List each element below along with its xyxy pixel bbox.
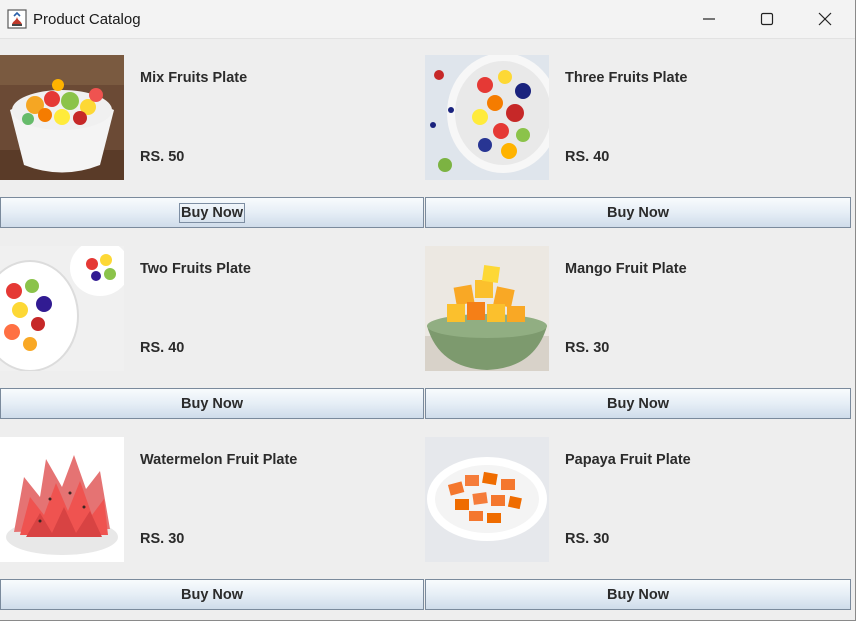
minimize-button[interactable]	[681, 0, 739, 38]
maximize-button[interactable]	[739, 0, 797, 38]
product-card-watermelon: Watermelon Fruit Plate RS. 30 Buy Now	[0, 421, 426, 612]
buy-now-label: Buy Now	[606, 586, 670, 603]
window-title: Product Catalog	[33, 11, 141, 28]
product-name: Mango Fruit Plate	[565, 261, 687, 277]
product-card-papaya: Papaya Fruit Plate RS. 30 Buy Now	[425, 421, 851, 612]
product-price: RS. 30	[565, 531, 610, 547]
buy-now-label: Buy Now	[606, 204, 670, 221]
product-name: Three Fruits Plate	[565, 70, 688, 86]
product-card-three-fruits: Three Fruits Plate RS. 40 Buy Now	[425, 39, 851, 230]
product-price: RS. 50	[140, 149, 185, 165]
buy-now-button[interactable]: Buy Now	[0, 579, 424, 610]
maximize-icon	[760, 12, 774, 26]
buy-now-button[interactable]: Buy Now	[425, 197, 851, 228]
product-price: RS. 30	[140, 531, 185, 547]
product-name: Two Fruits Plate	[140, 261, 251, 277]
buy-now-label: Buy Now	[180, 395, 244, 412]
buy-now-label: Buy Now	[178, 202, 246, 223]
minimize-icon	[703, 18, 715, 20]
close-button[interactable]	[797, 0, 855, 38]
mixed-fruit-bowl-image	[0, 55, 124, 180]
buy-now-label: Buy Now	[606, 395, 670, 412]
fruit-salad-bowl-image	[425, 55, 549, 180]
berry-fruit-bowl-image	[0, 246, 124, 371]
mango-cubes-bowl-image	[425, 246, 549, 371]
java-app-icon	[7, 9, 27, 29]
product-price: RS. 40	[140, 340, 185, 356]
product-grid: Mix Fruits Plate RS. 50 Buy Now Three Fr…	[0, 39, 852, 620]
watermelon-pieces-bowl-image	[0, 437, 124, 562]
product-name: Watermelon Fruit Plate	[140, 452, 298, 468]
product-name: Mix Fruits Plate	[140, 70, 248, 86]
buy-now-button[interactable]: Buy Now	[425, 388, 851, 419]
product-card-mix-fruits: Mix Fruits Plate RS. 50 Buy Now	[0, 39, 426, 230]
product-name: Papaya Fruit Plate	[565, 452, 691, 468]
papaya-cubes-bowl-image	[425, 437, 549, 562]
close-icon	[818, 12, 832, 26]
title-bar[interactable]: Product Catalog	[0, 0, 855, 39]
product-price: RS. 40	[565, 149, 610, 165]
product-card-two-fruits: Two Fruits Plate RS. 40 Buy Now	[0, 230, 426, 421]
product-price: RS. 30	[565, 340, 610, 356]
buy-now-button[interactable]: Buy Now	[0, 197, 424, 228]
buy-now-button[interactable]: Buy Now	[0, 388, 424, 419]
buy-now-button[interactable]: Buy Now	[425, 579, 851, 610]
product-card-mango: Mango Fruit Plate RS. 30 Buy Now	[425, 230, 851, 421]
buy-now-label: Buy Now	[180, 586, 244, 603]
product-catalog-window: Product Catalog Mix Fruits Plate RS. 50 …	[0, 0, 856, 621]
